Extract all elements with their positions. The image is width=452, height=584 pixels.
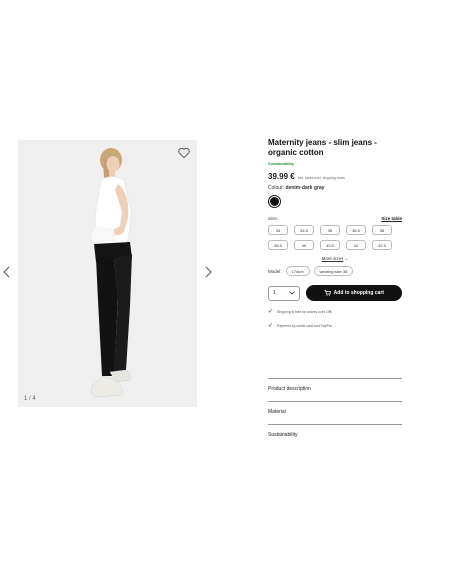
gallery-next-arrow[interactable] (205, 266, 212, 281)
size-option[interactable]: 34.5 (294, 225, 314, 235)
size-option[interactable]: 40.5 (320, 240, 340, 250)
product-photo (91, 148, 132, 398)
more-sizes-toggle[interactable]: More sizes ⌄ (268, 256, 402, 262)
product-price: 39.99 € (268, 172, 295, 181)
model-height: 174cm (285, 266, 310, 276)
size-header: Size: Size table (268, 216, 402, 221)
size-option[interactable]: 40 (294, 240, 314, 250)
size-option[interactable]: 38 (372, 225, 392, 235)
chevron-right-icon (205, 266, 212, 278)
size-table-link[interactable]: Size table (381, 216, 402, 221)
size-option[interactable]: 36.5 (346, 225, 366, 235)
colour-row: Colour: denim-dark gray (268, 185, 402, 191)
quantity-select[interactable]: 1 (268, 285, 300, 301)
more-sizes-label: More sizes (321, 256, 344, 261)
model-info: Model: 174cm wearing size 38 (268, 266, 402, 276)
cart-icon (324, 290, 331, 296)
size-grid: 34 34.5 36 36.5 38 38.5 40 40.5 42 42.5 (268, 225, 402, 250)
product-image-gallery[interactable]: 1 / 4 (18, 140, 197, 407)
colour-value: denim-dark gray (285, 185, 325, 191)
product-title: Maternity jeans - slim jeans - organic c… (268, 138, 377, 157)
benefit-item: ✓ Payment by credit card and PayPal (268, 322, 402, 329)
product-details: Maternity jeans - slim jeans - organic c… (268, 138, 402, 329)
accordion-product-description[interactable]: Product description (268, 378, 402, 392)
accordion-label: Material (268, 409, 286, 415)
size-option[interactable]: 38.5 (268, 240, 288, 250)
check-icon: ✓ (268, 308, 274, 315)
sustainability-tag[interactable]: Sustainability (268, 161, 402, 166)
image-counter: 1 / 4 (24, 396, 36, 402)
swatch-color (270, 197, 279, 206)
add-to-cart-button[interactable]: Add to shopping cart (305, 285, 402, 301)
gallery-prev-arrow[interactable] (3, 266, 10, 281)
accordion-sustainability[interactable]: Sustainability (268, 424, 402, 438)
chevron-down-icon (288, 291, 295, 295)
benefit-text: Payment by credit card and PayPal (277, 323, 332, 328)
price-row: 39.99 € Incl. taxes excl. shipping costs (268, 172, 402, 181)
colour-label: Colour: (268, 185, 285, 191)
chevron-down-icon: ⌄ (344, 256, 349, 261)
wishlist-button[interactable] (177, 146, 191, 160)
colour-swatch-selected[interactable] (268, 195, 281, 208)
check-icon: ✓ (268, 322, 274, 329)
accordion-label: Sustainability (268, 432, 298, 438)
model-label: Model: (268, 268, 282, 274)
size-option[interactable]: 36 (320, 225, 340, 235)
size-option[interactable]: 34 (268, 225, 288, 235)
quantity-value: 1 (273, 290, 276, 296)
model-size: wearing size 38 (313, 266, 354, 276)
size-label: Size: (268, 216, 279, 221)
add-to-cart-label: Add to shopping cart (333, 290, 384, 296)
accordion-material[interactable]: Material (268, 401, 402, 415)
benefit-text: Shipping is free for orders over 19€ (277, 309, 332, 314)
benefit-item: ✓ Shipping is free for orders over 19€ (268, 308, 402, 315)
price-note: Incl. taxes excl. shipping costs (297, 176, 345, 180)
size-option[interactable]: 42 (346, 240, 366, 250)
heart-icon (178, 147, 190, 159)
size-option[interactable]: 42.5 (372, 240, 392, 250)
accordion-label: Product description (268, 386, 311, 392)
chevron-left-icon (3, 266, 10, 278)
buy-row: 1 Add to shopping cart (268, 285, 402, 301)
